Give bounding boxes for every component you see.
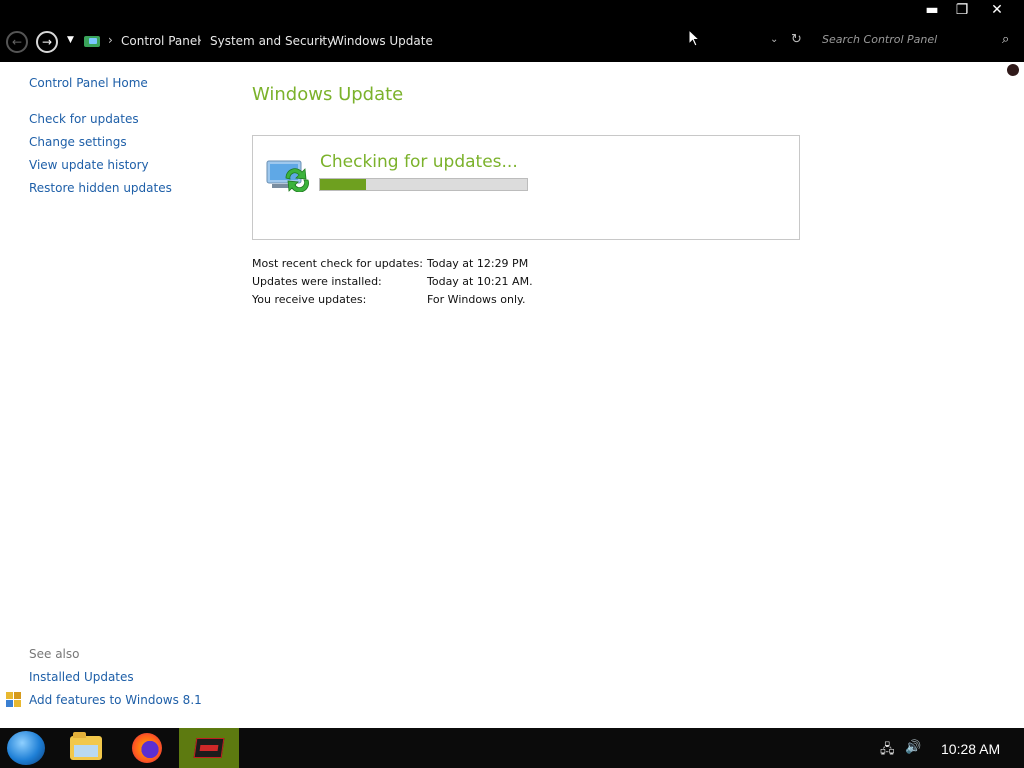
breadcrumb-windows-update[interactable]: Windows Update — [332, 34, 433, 48]
arrow-left-icon: ← — [11, 35, 23, 49]
file-explorer-icon — [70, 732, 102, 760]
update-status-panel: Checking for updates... — [252, 135, 800, 240]
minimize-button[interactable]: ▬ — [917, 0, 947, 22]
taskbar-clock[interactable]: 10:28 AM — [941, 741, 1000, 757]
restore-button[interactable]: ❐ — [947, 0, 977, 22]
recent-locations-dropdown[interactable]: ▼ — [67, 35, 74, 45]
restore-hidden-updates-link[interactable]: Restore hidden updates — [29, 181, 172, 195]
see-also-heading: See also — [29, 647, 80, 661]
breadcrumb-system-and-security[interactable]: System and Security — [210, 34, 334, 48]
last-check-value: Today at 12:29 PM — [427, 257, 529, 270]
check-for-updates-link[interactable]: Check for updates — [29, 112, 139, 126]
start-orb-icon[interactable] — [7, 731, 45, 765]
windows-update-icon — [266, 160, 309, 192]
chevron-right-icon: › — [108, 33, 113, 47]
update-progress-bar — [319, 178, 528, 191]
refresh-button[interactable]: ↻ — [791, 32, 802, 47]
windows-features-icon — [6, 692, 22, 708]
control-panel-home-link[interactable]: Control Panel Home — [29, 76, 148, 90]
taskbar: 🖧 🔊 10:28 AM — [0, 728, 1024, 768]
receive-updates-label: You receive updates: — [252, 293, 367, 306]
change-settings-link[interactable]: Change settings — [29, 135, 127, 149]
forward-button[interactable]: → — [36, 31, 58, 53]
view-update-history-link[interactable]: View update history — [29, 158, 149, 172]
volume-icon[interactable]: 🔊 — [905, 740, 921, 755]
receive-updates-value: For Windows only. — [427, 293, 526, 306]
network-icon[interactable]: 🖧 — [880, 740, 895, 762]
arrow-right-icon: → — [41, 35, 53, 49]
last-check-label: Most recent check for updates: — [252, 257, 423, 270]
firefox-icon — [132, 733, 162, 763]
page-title: Windows Update — [252, 84, 404, 105]
taskbar-game-app[interactable] — [179, 728, 239, 768]
installed-label: Updates were installed: — [252, 275, 382, 288]
mouse-cursor-icon — [688, 29, 700, 47]
search-input[interactable]: Search Control Panel — [822, 33, 1018, 51]
taskbar-firefox[interactable] — [118, 728, 178, 768]
installed-value: Today at 10:21 AM. — [427, 275, 533, 288]
breadcrumb-control-panel[interactable]: Control Panel — [121, 34, 201, 48]
avatar[interactable] — [1007, 64, 1019, 76]
address-bar: ← → ▼ › Control Panel › System and Secur… — [0, 22, 1024, 62]
control-panel-icon — [84, 36, 100, 47]
close-button[interactable]: ✕ — [982, 0, 1012, 22]
checking-status-text: Checking for updates... — [320, 152, 518, 172]
chevron-right-icon: › — [197, 33, 202, 47]
address-dropdown-button[interactable]: ⌄ — [770, 34, 778, 45]
taskbar-file-explorer[interactable] — [56, 728, 116, 768]
progress-fill — [320, 179, 366, 190]
chevron-right-icon: › — [319, 33, 324, 47]
title-bar: ▬ ❐ ✕ — [0, 0, 1024, 22]
search-icon[interactable]: ⌕ — [1002, 32, 1009, 47]
back-button[interactable]: ← — [6, 31, 28, 53]
add-features-link[interactable]: Add features to Windows 8.1 — [29, 693, 202, 707]
game-app-icon — [193, 738, 225, 758]
installed-updates-link[interactable]: Installed Updates — [29, 670, 134, 684]
